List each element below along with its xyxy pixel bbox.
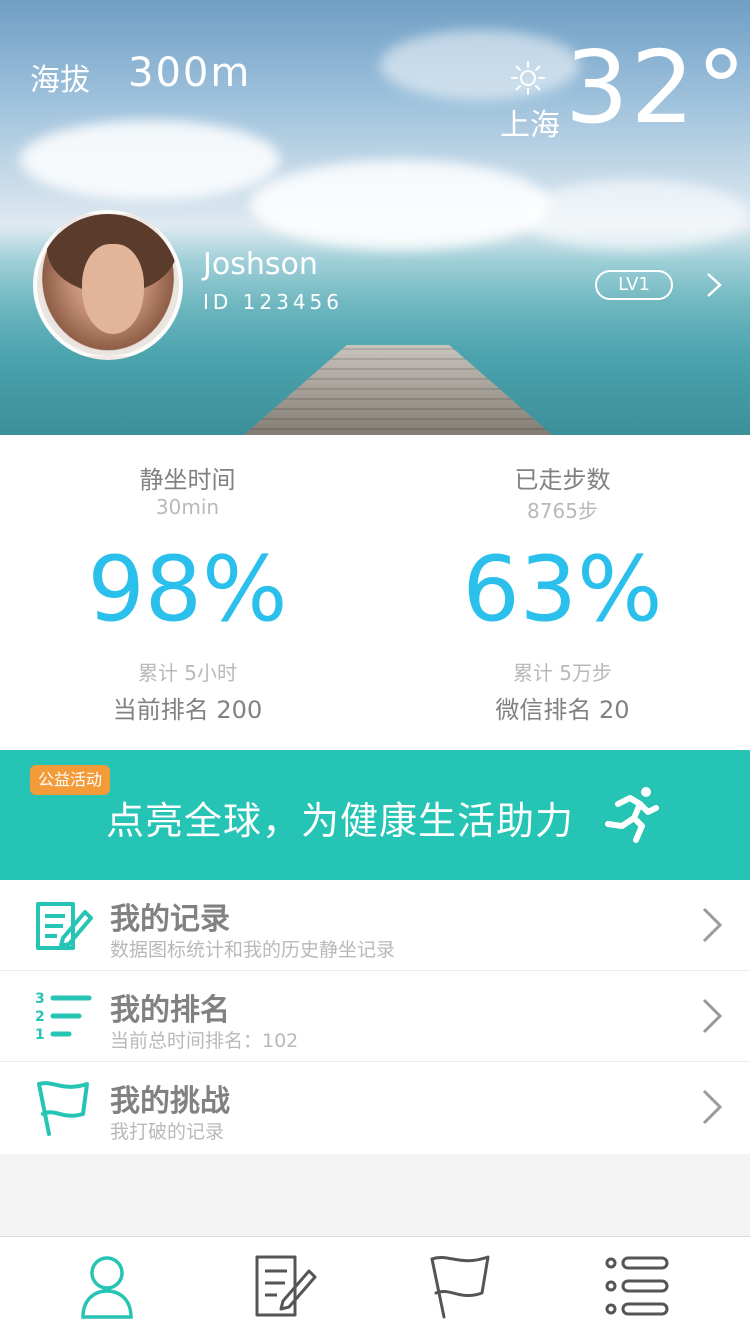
background-cloud bbox=[20, 120, 280, 200]
tab-profile[interactable] bbox=[67, 1251, 147, 1321]
sitting-stat[interactable]: 静坐时间 30min 98% 累计 5小时 当前排名 200 bbox=[0, 435, 375, 750]
menu-item-sub: 我打破的记录 bbox=[110, 1121, 225, 1143]
chevron-right-icon bbox=[702, 998, 723, 1034]
chevron-right-icon bbox=[702, 907, 723, 943]
flag-icon bbox=[37, 1081, 89, 1136]
stat-total: 累计 5小时 bbox=[137, 661, 238, 685]
username: Joshson bbox=[203, 247, 318, 282]
stat-title: 静坐时间 bbox=[139, 466, 236, 494]
stats-panel: 静坐时间 30min 98% 累计 5小时 当前排名 200 已走步数 8765… bbox=[0, 435, 750, 750]
ranking-icon: 3 2 1 bbox=[35, 991, 92, 1043]
steps-stat[interactable]: 已走步数 8765步 63% 累计 5万步 微信排名 20 bbox=[375, 435, 750, 750]
tab-challenges[interactable] bbox=[420, 1251, 500, 1321]
stat-percent: 63% bbox=[462, 537, 663, 642]
menu-item-title: 我的挑战 bbox=[110, 1084, 230, 1119]
menu-item-sub: 数据图标统计和我的历史静坐记录 bbox=[110, 939, 396, 961]
menu-item-title: 我的记录 bbox=[110, 902, 230, 937]
hero-header: 海拔 300m 上海 32° Joshson ID 123456 LV1 bbox=[0, 0, 750, 435]
record-icon bbox=[36, 902, 93, 950]
banner-text: 点亮全球，为健康生活助力 bbox=[106, 799, 575, 843]
stat-percent: 98% bbox=[87, 537, 288, 642]
runner-icon bbox=[605, 787, 659, 843]
tab-records[interactable] bbox=[243, 1251, 323, 1321]
menu-item-records[interactable]: 我的记录 数据图标统计和我的历史静坐记录 bbox=[0, 880, 750, 971]
flag-icon bbox=[430, 1255, 490, 1319]
list-icon bbox=[605, 1256, 669, 1316]
stat-total: 累计 5万步 bbox=[512, 661, 613, 685]
temperature: 32° bbox=[565, 29, 749, 146]
pier-image bbox=[238, 345, 558, 435]
menu-item-title: 我的排名 bbox=[110, 993, 230, 1028]
chevron-right-icon[interactable] bbox=[698, 270, 728, 300]
svg-text:3: 3 bbox=[35, 991, 45, 1007]
background-cloud bbox=[520, 180, 750, 250]
stat-sub: 30min bbox=[155, 495, 220, 519]
stat-sub: 8765步 bbox=[527, 499, 598, 523]
avatar[interactable] bbox=[33, 210, 183, 360]
chevron-right-icon bbox=[702, 1089, 723, 1125]
menu-item-challenges[interactable]: 我的挑战 我打破的记录 bbox=[0, 1062, 750, 1153]
svg-text:1: 1 bbox=[35, 1027, 45, 1043]
menu-item-sub: 当前总时间排名：102 bbox=[110, 1030, 299, 1052]
city-label: 上海 bbox=[500, 108, 560, 143]
charity-banner[interactable]: 公益活动 点亮全球，为健康生活助力 bbox=[0, 750, 750, 880]
avatar-face bbox=[82, 244, 144, 334]
tab-bar bbox=[0, 1236, 750, 1334]
stat-rank: 当前排名 200 bbox=[112, 696, 263, 724]
menu-list: 我的记录 数据图标统计和我的历史静坐记录 3 2 1 我的排名 当前总时间排名：10… bbox=[0, 880, 750, 1154]
banner-tag: 公益活动 bbox=[30, 765, 110, 795]
user-id: ID 123456 bbox=[203, 290, 344, 314]
stat-rank: 微信排名 20 bbox=[495, 696, 630, 724]
record-icon bbox=[255, 1255, 317, 1317]
background-cloud bbox=[380, 30, 580, 100]
svg-text:2: 2 bbox=[35, 1009, 45, 1025]
level-badge[interactable]: LV1 bbox=[595, 270, 673, 300]
tab-list[interactable] bbox=[597, 1251, 677, 1321]
altitude-label: 海拔 bbox=[30, 63, 90, 98]
altitude-value: 300m bbox=[128, 50, 252, 96]
stat-title: 已走步数 bbox=[514, 466, 611, 494]
background-cloud bbox=[250, 160, 550, 250]
sun-icon bbox=[511, 61, 545, 95]
app-screen: 海拔 300m 上海 32° Joshson ID 123456 LV1 静坐时… bbox=[0, 0, 750, 1334]
menu-item-ranking[interactable]: 3 2 1 我的排名 当前总时间排名：102 bbox=[0, 971, 750, 1062]
user-icon bbox=[81, 1256, 133, 1319]
